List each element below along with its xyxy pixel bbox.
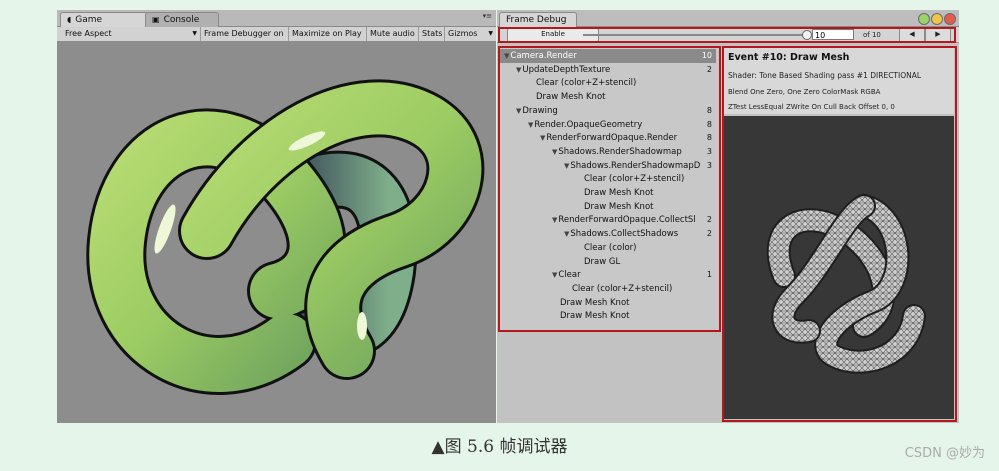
tab-menu-icon[interactable]: ▾≡ [483, 12, 492, 20]
game-viewport[interactable] [57, 41, 496, 423]
tab-console[interactable]: ▣ Console [145, 12, 219, 27]
figure-caption: ▲图 5.6 帧调试器 [431, 437, 568, 457]
stats-toggle[interactable]: Stats [418, 27, 444, 41]
aspect-dropdown[interactable]: Free Aspect ▼ [57, 27, 200, 41]
console-icon: ▣ [152, 15, 160, 24]
window-close-icon[interactable] [944, 13, 956, 25]
game-toolbar: Free Aspect ▼ Frame Debugger on Maximize… [57, 27, 496, 42]
frame-debug-window: Frame Debug Enable 10 of 10 ◀ ▶ ▼Camera.… [497, 10, 959, 423]
frame-debug-tabbar: Frame Debug [497, 10, 959, 27]
chevron-down-icon: ▼ [192, 30, 197, 37]
mute-audio-toggle[interactable]: Mute audio [366, 27, 418, 41]
tab-game[interactable]: ◖ Game [60, 12, 152, 27]
game-tabbar: ◖ Game ▣ Console ▾≡ [57, 10, 496, 27]
preview-highlight-box [722, 46, 957, 422]
tab-game-label: Game [75, 15, 103, 25]
tab-console-label: Console [163, 15, 200, 25]
tree-highlight-box [498, 46, 721, 332]
gizmos-label: Gizmos [448, 29, 478, 38]
pacman-game-icon: ◖ [67, 15, 72, 24]
maximize-on-play-toggle[interactable]: Maximize on Play [288, 27, 366, 41]
toolbar-highlight-box [498, 27, 956, 43]
watermark: CSDN @妙为 [904, 446, 985, 461]
game-window: ◖ Game ▣ Console ▾≡ Free Aspect ▼ Frame De… [57, 10, 496, 423]
frame-debugger-toggle[interactable]: Frame Debugger on [200, 27, 288, 41]
aspect-value: Free Aspect [65, 29, 112, 38]
tab-frame-debug[interactable]: Frame Debug [499, 12, 577, 27]
window-zoom-icon[interactable] [918, 13, 930, 25]
chevron-down-icon: ▼ [488, 30, 493, 37]
window-minimize-icon[interactable] [931, 13, 943, 25]
green-knot-render [86, 79, 485, 395]
gizmos-dropdown[interactable]: Gizmos ▼ [444, 27, 496, 41]
